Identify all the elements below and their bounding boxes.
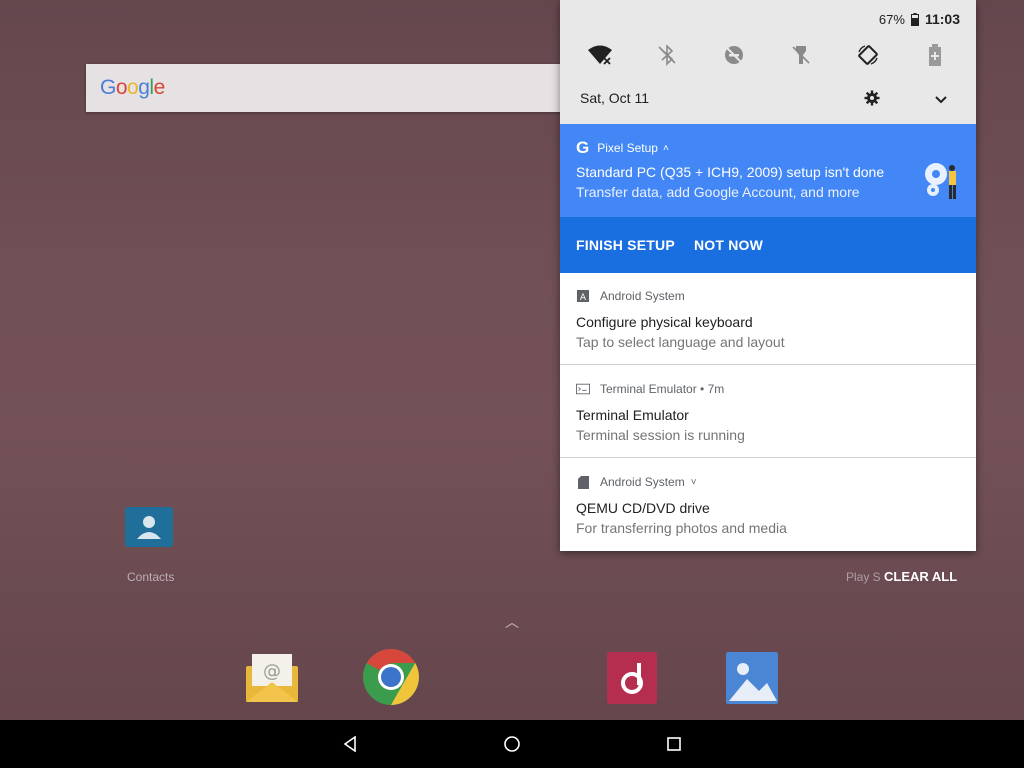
pixel-setup-text: Transfer data, add Google Account, and m… [576,184,860,200]
wifi-off-icon[interactable] [585,40,615,70]
gear-icon [864,90,880,106]
music-app-icon[interactable] [606,651,658,705]
navigation-bar [0,720,1024,768]
notification-header: Terminal Emulator • 7m [576,382,724,396]
auto-rotate-icon[interactable] [853,40,883,70]
chevron-down-icon: ˅ [690,476,697,488]
back-icon [343,736,356,752]
android-system-icon: A [576,289,590,303]
contacts-app-icon[interactable] [123,503,175,551]
not-now-button[interactable]: NOT NOW [694,237,763,253]
notification-shade: 67% 11:03 Sat, Oct 11 G Pixel Setup ˄ St… [560,0,976,551]
gallery-app-icon[interactable] [725,651,779,705]
notification-app-name: Terminal Emulator • 7m [600,382,725,396]
google-g-icon: G [576,138,590,157]
do-not-disturb-off-icon[interactable] [719,40,749,70]
notification-text: For transferring photos and media [576,520,787,536]
pixel-setup-app-name: Pixel Setup [597,141,658,155]
quick-settings-panel: 67% 11:03 Sat, Oct 11 [560,0,976,124]
contacts-label: Contacts [127,570,175,584]
notification-header: Android System ˅ [576,475,697,489]
notification-header: A Android System [576,289,685,303]
chrome-app-icon[interactable] [362,648,420,706]
flashlight-off-icon[interactable] [786,40,816,70]
status-bar: 67% 11:03 [879,11,960,27]
terminal-notification[interactable]: Terminal Emulator • 7m Terminal Emulator… [560,366,976,458]
notification-title: Configure physical keyboard [576,314,753,330]
app-drawer-chevron-icon[interactable]: ︿ [505,612,519,632]
overview-button[interactable] [658,728,690,760]
playstore-label: Play S [846,570,881,584]
home-icon [504,736,520,752]
notification-title: Terminal Emulator [576,407,689,423]
pixel-setup-title: Standard PC (Q35 + ICH9, 2009) setup isn… [576,164,885,180]
notification-text: Terminal session is running [576,427,745,443]
terminal-icon [576,382,590,396]
notification-app-name: Android System [600,475,685,489]
home-button[interactable] [496,728,528,760]
svg-text:A: A [580,293,587,302]
setup-gears-icon [920,158,964,202]
clear-all-button[interactable]: CLEAR ALL [884,569,957,584]
email-app-icon[interactable]: @ [244,650,300,704]
settings-gear-button[interactable] [864,90,884,110]
expand-quick-settings-button[interactable] [934,92,954,110]
cd-drive-notification[interactable]: Android System ˅ QEMU CD/DVD drive For t… [560,459,976,551]
finish-setup-button[interactable]: FINISH SETUP [576,237,675,253]
notification-app-name: Android System [600,289,685,303]
battery-icon [910,12,919,26]
clock: 11:03 [924,11,960,27]
pixel-setup-actions: FINISH SETUP NOT NOW [560,217,976,273]
back-button[interactable] [334,728,366,760]
pixel-setup-notification[interactable]: G Pixel Setup ˄ Standard PC (Q35 + ICH9,… [560,124,976,217]
battery-percent: 67% [878,11,905,27]
notification-title: QEMU CD/DVD drive [576,500,710,516]
google-search-bar[interactable]: Google [86,64,566,112]
chevron-down-icon [935,96,947,104]
notification-text: Tap to select language and layout [576,334,785,350]
google-logo: Google [100,76,165,99]
pixel-setup-header: G Pixel Setup ˄ [576,138,669,158]
keyboard-notification[interactable]: A Android System Configure physical keyb… [560,273,976,365]
battery-saver-icon[interactable] [920,40,950,70]
svg-text:@: @ [263,661,281,682]
chevron-up-icon: ˄ [662,142,669,154]
overview-icon [667,737,681,751]
bluetooth-off-icon[interactable] [652,40,682,70]
sd-card-icon [576,475,590,489]
date-label: Sat, Oct 11 [580,90,649,106]
